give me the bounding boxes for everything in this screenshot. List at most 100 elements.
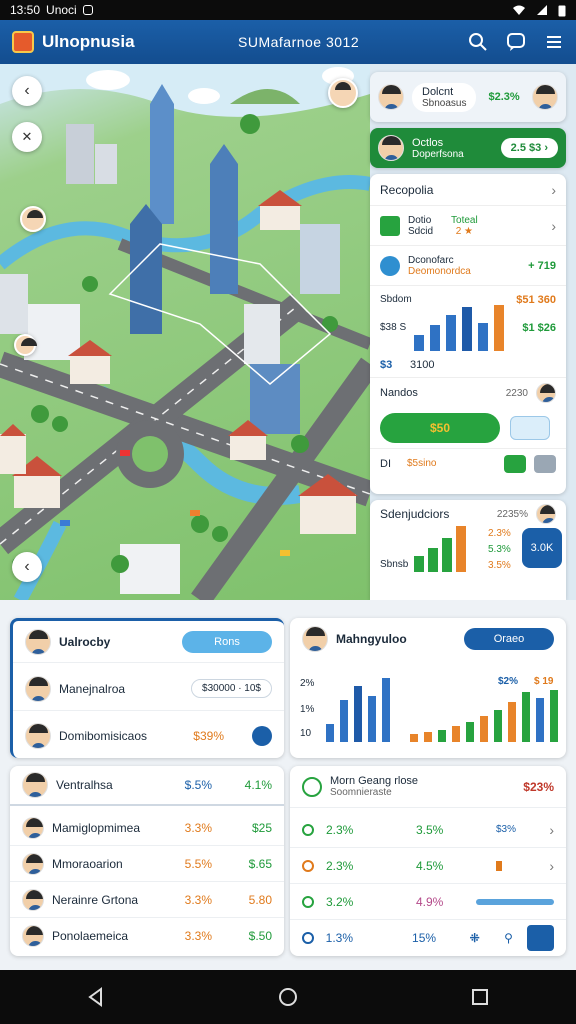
list-item[interactable]: Domibomisicaos $39%	[13, 715, 284, 757]
export-button[interactable]	[527, 925, 554, 951]
avatar	[378, 135, 404, 161]
ranking-pct: 5.3%	[488, 544, 511, 555]
chart-bar	[368, 696, 376, 742]
city-map[interactable]: ‹ ✕ ‹	[0, 64, 370, 600]
trend-card: Mahngyuloo Oraeo 2% 1% 10 $2% $ 19	[290, 618, 566, 758]
chart-bar	[326, 724, 334, 742]
chevron-right-icon: ›	[551, 217, 556, 234]
row-name: Mamiglopmimea	[52, 820, 141, 835]
expand-icon[interactable]: ✕	[12, 122, 42, 152]
row-name: Manejnalroa	[59, 681, 126, 696]
list-item[interactable]: Dotio Sdcid Toteal 2 ★ ›	[370, 206, 566, 246]
section-header[interactable]: Nandos 2230	[370, 378, 566, 408]
filter-icon[interactable]: ⚲	[504, 931, 527, 945]
card-header: Morn Geang rlose Soomnieraste $23%	[290, 766, 566, 808]
item-rating: 2 ★	[455, 225, 474, 237]
chart-bar	[410, 734, 418, 742]
card-header: Ventralhsa $.5% 4.1%	[10, 766, 284, 806]
ticket-icon[interactable]	[510, 416, 550, 440]
status-time: 13:50	[10, 3, 41, 17]
team-sub: Doperfsona	[412, 148, 464, 160]
menu-icon[interactable]	[544, 32, 564, 52]
chat-icon[interactable]	[506, 32, 526, 52]
app-title: Ulnopnusia	[42, 32, 135, 51]
chart-bar	[478, 323, 488, 351]
metric-row[interactable]: 1.3% 15% ⁜ ⚲	[290, 920, 566, 956]
list-item[interactable]: Nerainre Grtona 3.3% 5.80	[10, 882, 284, 918]
chart-bar	[462, 307, 472, 351]
map-user-marker[interactable]	[14, 334, 37, 356]
back-button[interactable]: ‹	[12, 76, 42, 106]
home-icon[interactable]	[277, 986, 299, 1008]
avatar[interactable]	[532, 84, 558, 110]
document-icon	[380, 215, 400, 236]
item-sub: Deomonordca	[408, 265, 471, 277]
status-dot-icon	[302, 823, 314, 836]
back-icon[interactable]	[85, 986, 107, 1008]
status-marker	[496, 860, 502, 871]
card-action-button[interactable]: Rons	[182, 630, 272, 653]
avatar	[22, 816, 44, 839]
recents-icon[interactable]	[469, 986, 491, 1008]
status-dot-icon	[302, 859, 314, 872]
list-item[interactable]: Manejnalroa $30000 · 10$	[13, 667, 284, 711]
ranking-card[interactable]: Sdenjudciors 2235% Sbnsb 2.3% 5.3% 3.5% …	[370, 500, 566, 600]
chart-bar	[480, 716, 488, 742]
card-header: Mahngyuloo Oraeo	[290, 618, 566, 660]
list-item[interactable]: Dconofarc Deomonordca + 719	[370, 246, 566, 286]
avatar	[302, 626, 328, 652]
profile-card[interactable]: Dolcnt Sbnoasus $2.3%	[370, 72, 566, 122]
row-value: 15%	[412, 931, 437, 945]
chart-bar	[414, 556, 424, 572]
row-value: 3.2%	[326, 894, 354, 909]
trend-bar-chart	[326, 672, 558, 742]
chevron-right-icon: ›	[549, 857, 554, 874]
team-card[interactable]: Octlos Doperfsona 2.5 $3 ›	[370, 128, 566, 168]
right-panel: Dolcnt Sbnoasus $2.3% Octlos Doperfsona …	[370, 64, 576, 600]
section-header[interactable]: Recopolia ›	[370, 174, 566, 206]
ventures-card: Ventralhsa $.5% 4.1% Mamiglopmimea 3.3% …	[10, 766, 284, 956]
list-item[interactable]: Mamiglopmimea 3.3% $25	[10, 810, 284, 846]
metric-row[interactable]: 2.3% 4.5% ›	[290, 848, 566, 884]
city-map-illustration	[0, 64, 370, 600]
target-icon	[302, 776, 322, 797]
action-pill-button[interactable]: $50	[380, 413, 500, 443]
avatar	[25, 675, 51, 702]
chart-bar	[428, 548, 438, 572]
list-item[interactable]: Mmoraoarion 5.5% $.65	[10, 846, 284, 882]
grid-icon[interactable]: ⁜	[470, 931, 505, 945]
summary-card: Ualrocby Rons Manejnalroa $30000 · 10$ D…	[10, 618, 284, 758]
row-value: 4.9%	[416, 894, 444, 909]
card-icon	[534, 454, 556, 473]
search-icon[interactable]	[468, 32, 488, 52]
chart-bar	[340, 700, 348, 742]
row-value: 3.5%	[416, 822, 444, 837]
action-row: $50	[370, 408, 566, 448]
metric-row[interactable]: 2.3% 3.5% $3% ›	[290, 812, 566, 848]
signal-icon	[537, 5, 547, 15]
row-pill[interactable]: $30000 · 10$	[191, 679, 272, 698]
item-sub: Sdcid	[408, 225, 434, 237]
item-name: Dconofarc	[408, 254, 454, 266]
avatar	[22, 772, 48, 798]
system-nav-bar	[0, 970, 576, 1024]
row-name: Domibomisicaos	[59, 729, 148, 743]
chart-bar	[456, 526, 466, 572]
map-user-avatar[interactable]	[328, 78, 358, 108]
metric-row[interactable]: 3.2% 4.9%	[290, 884, 566, 920]
chart-label: 10	[300, 728, 312, 739]
previous-button[interactable]: ‹	[12, 552, 42, 582]
ranking-badge[interactable]: 3.0K	[522, 528, 562, 568]
dashboard-area: Ualrocby Rons Manejnalroa $30000 · 10$ D…	[0, 600, 576, 970]
info-icon[interactable]	[252, 726, 272, 746]
row-value: $3%	[496, 824, 517, 835]
avatar	[536, 504, 556, 524]
list-item[interactable]: Ponolaemeica 3.3% $.50	[10, 918, 284, 954]
card-action-button[interactable]: Oraeo	[464, 628, 554, 650]
avatar	[22, 888, 44, 911]
chart-bar	[494, 710, 502, 742]
team-value-pill[interactable]: 2.5 $3 ›	[500, 138, 558, 158]
list-item[interactable]: DI $5sino	[370, 448, 566, 478]
map-location-pin[interactable]	[20, 206, 46, 232]
chart-label: Sbdom	[380, 294, 412, 305]
